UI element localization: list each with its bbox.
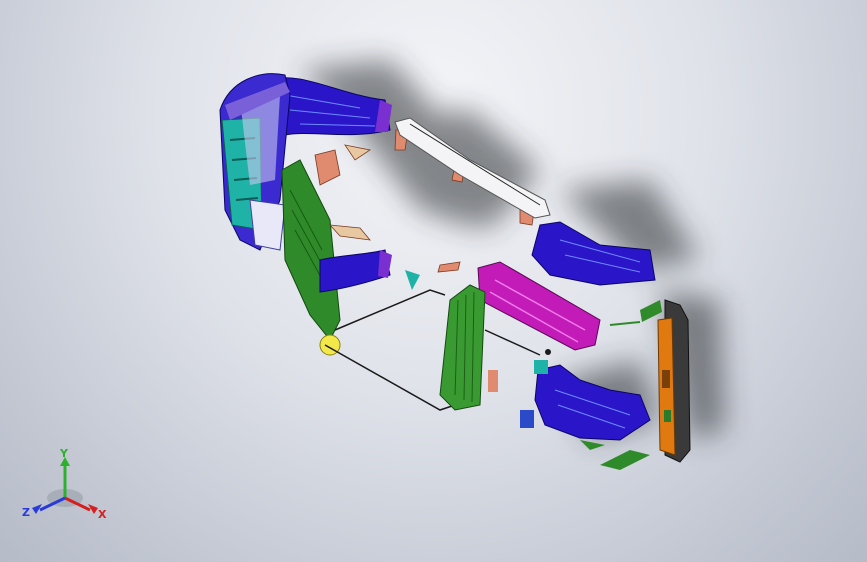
radiator[interactable] [439, 284, 486, 411]
rear-bumper-cover[interactable] [657, 299, 691, 463]
y-axis-label: Y [59, 448, 69, 460]
assembly-model[interactable] [0, 0, 867, 562]
front-bumper-fascia[interactable] [219, 73, 291, 251]
coordinate-triad: Y X Z [22, 448, 107, 521]
graphics-viewport[interactable]: Y X Z [0, 0, 867, 562]
x-axis-label: X [98, 508, 107, 521]
z-axis-label: Z [22, 506, 30, 519]
